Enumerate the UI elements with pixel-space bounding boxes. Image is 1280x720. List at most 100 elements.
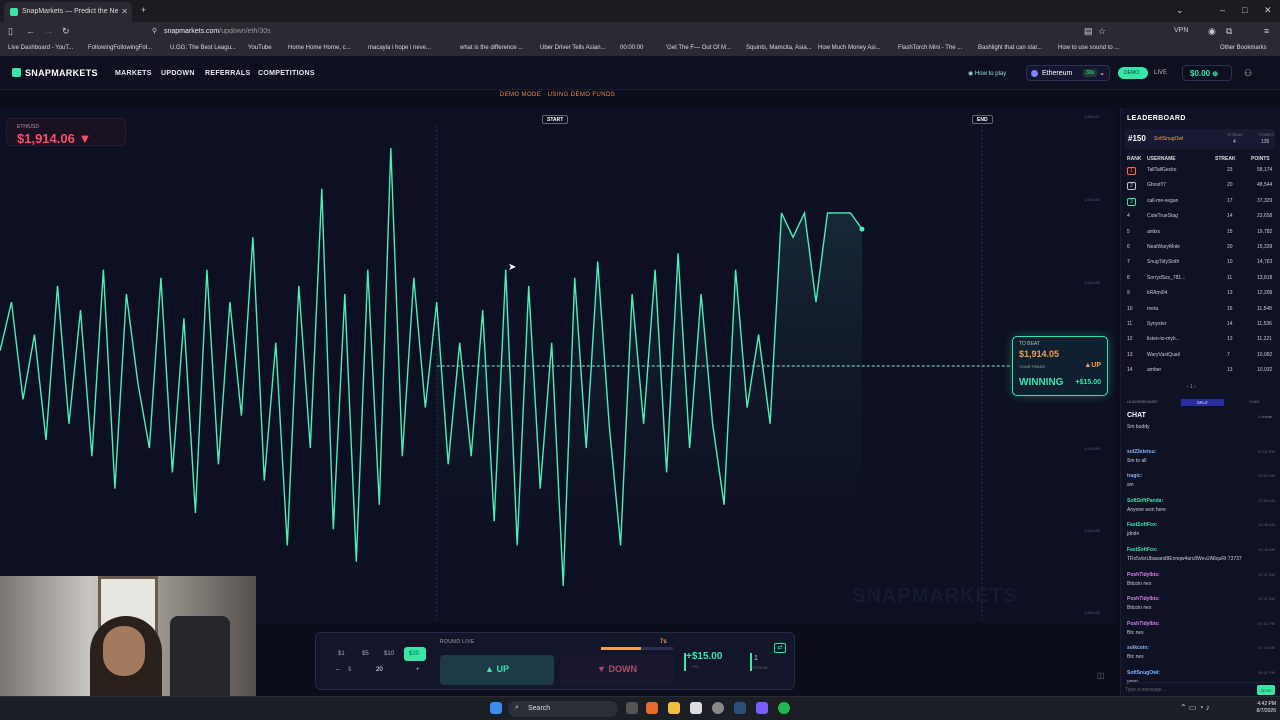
- chat-username[interactable]: tragic:: [1127, 473, 1142, 479]
- bookmark-item[interactable]: Squints, Mamcita, Asia...: [746, 45, 812, 51]
- how-to-play-link[interactable]: ◉ How to play: [968, 70, 1006, 77]
- nav-referrals[interactable]: REFERRALS: [205, 70, 250, 77]
- amount-input[interactable]: 20: [376, 667, 383, 673]
- chat-input[interactable]: Type a message... SEND: [1125, 682, 1275, 695]
- menu-icon[interactable]: ≡: [1264, 26, 1269, 36]
- nav-markets[interactable]: MARKETS: [115, 70, 152, 77]
- browser-tab[interactable]: SnapMarkets — Predict the Ne ✕: [4, 2, 132, 22]
- bookmark-item[interactable]: YouTube: [248, 45, 272, 51]
- add-funds-icon[interactable]: ⊕: [1212, 71, 1218, 78]
- leaderboard-row[interactable]: 14 amber 13 10,032: [1121, 364, 1279, 379]
- reader-icon[interactable]: ▤: [1084, 26, 1093, 37]
- file-explorer-icon[interactable]: [668, 702, 680, 714]
- bookmark-item[interactable]: macayla i hope i neve...: [368, 45, 431, 51]
- live-label[interactable]: LIVE: [1154, 70, 1167, 76]
- sidebar-icon[interactable]: ▯: [8, 26, 13, 37]
- bookmark-item[interactable]: Home Home Home, c...: [288, 45, 351, 51]
- chat-username[interactable]: PoshTidyIbis:: [1127, 572, 1160, 578]
- down-button[interactable]: ▼ DOWN: [560, 655, 674, 685]
- up-button[interactable]: ▲ UP: [440, 655, 554, 685]
- bookmark-item[interactable]: How to use sound to ...: [1058, 45, 1119, 51]
- system-tray-icons[interactable]: ⌃ ▭ ◔ ♪: [1180, 703, 1210, 712]
- bookmark-star-icon[interactable]: ☆: [1098, 26, 1106, 37]
- leaderboard-row[interactable]: 3 call-me-vegan 17 37,329: [1121, 195, 1279, 210]
- bookmark-item[interactable]: Live Dashboard - YouT...: [8, 45, 73, 51]
- nav-updown[interactable]: UPDOWN: [161, 70, 195, 77]
- decrease-button[interactable]: –: [336, 667, 339, 673]
- leaderboard-row[interactable]: 13 WaryVastQuail 7 10,082: [1121, 349, 1279, 364]
- bookmark-item[interactable]: FlashTorch Mini - The ...: [898, 45, 962, 51]
- leaderboard-row[interactable]: 4 CuteTrueStag 14 23,658: [1121, 210, 1279, 225]
- bookmark-item[interactable]: what is the difference ...: [460, 45, 523, 51]
- leaderboard-row[interactable]: 11 Synyster 14 11,536: [1121, 318, 1279, 333]
- price-chart[interactable]: [0, 108, 1115, 623]
- leaderboard-row[interactable]: 5 antixx 15 19,782: [1121, 226, 1279, 241]
- steam-icon[interactable]: [734, 702, 746, 714]
- amount-1-button[interactable]: $1: [338, 651, 345, 657]
- leaderboard-row[interactable]: 1 TallTallGecko 23 58,174: [1121, 164, 1279, 179]
- tab-chat[interactable]: CHAT: [1249, 399, 1260, 404]
- chat-username[interactable]: SoftSnugOwl:: [1127, 670, 1160, 676]
- close-window-icon[interactable]: ✕: [1264, 5, 1272, 16]
- chat-username[interactable]: SoftSoftPanda:: [1127, 498, 1163, 504]
- chat-username[interactable]: sol23stetsu:: [1127, 449, 1156, 455]
- spotify-icon[interactable]: [778, 702, 790, 714]
- discord-icon[interactable]: [756, 702, 768, 714]
- chat-username[interactable]: solkcoin:: [1127, 645, 1149, 651]
- nav-competitions[interactable]: COMPETITIONS: [258, 70, 315, 77]
- back-icon[interactable]: ←: [26, 26, 35, 36]
- share-icon[interactable]: ⇄: [774, 643, 786, 653]
- tab-list-icon[interactable]: ⌄: [1176, 5, 1184, 16]
- bookmark-item[interactable]: Bashlight that can star...: [978, 45, 1042, 51]
- chat-username[interactable]: FastSoftFox:: [1127, 522, 1158, 528]
- windows-start-icon[interactable]: [490, 702, 502, 714]
- tab-split[interactable]: SPLIT: [1181, 399, 1225, 406]
- extensions-icon[interactable]: ⧉: [1226, 26, 1232, 37]
- chat-username[interactable]: FastSoftFox:: [1127, 547, 1158, 553]
- leaderboard-row[interactable]: 6 NeatWaryMole 20 15,339: [1121, 241, 1279, 256]
- bookmark-item[interactable]: FollowingFollowingFol...: [88, 45, 152, 51]
- demo-toggle[interactable]: DEMO: [1118, 67, 1148, 79]
- leaderboard-row[interactable]: 8 SorrydSss_781... 11 13,818: [1121, 272, 1279, 287]
- bookmark-item[interactable]: How Much Money Asi...: [818, 45, 881, 51]
- leaderboard-row[interactable]: 7 SnugTidySloth 10 14,763: [1121, 256, 1279, 271]
- leaderboard-row[interactable]: 10 meta 16 11,548: [1121, 303, 1279, 318]
- amount-20-button[interactable]: $20: [404, 647, 426, 661]
- bookmark-item[interactable]: Uber Driver Tells Asian...: [540, 45, 606, 51]
- leaderboard-row[interactable]: 12 listen-to-myb... 13 11,221: [1121, 333, 1279, 348]
- reload-icon[interactable]: ↻: [62, 26, 70, 37]
- bookmark-item[interactable]: 00:00:00: [620, 45, 643, 51]
- sidebar-toggle-icon[interactable]: ◫: [1097, 671, 1105, 680]
- close-tab-icon[interactable]: ✕: [121, 7, 128, 16]
- chat-username[interactable]: PoshTidyIbis:: [1127, 596, 1160, 602]
- taskbar-search[interactable]: ⌕ Search: [508, 701, 618, 717]
- leaderboard-row[interactable]: 9 kRAmi04 13 12,209: [1121, 287, 1279, 302]
- task-view-icon[interactable]: [626, 702, 638, 714]
- account-icon[interactable]: ◉: [1208, 26, 1216, 37]
- bookmark-item[interactable]: 'Get The F— Out Of M...: [666, 45, 731, 51]
- increase-button[interactable]: +: [416, 667, 420, 673]
- vpn-label[interactable]: VPN: [1174, 27, 1188, 34]
- bookmark-item[interactable]: U.GG: The Best Leagu...: [170, 45, 236, 51]
- chat-username[interactable]: PoshTidyIbis:: [1127, 621, 1160, 627]
- address-field[interactable]: ⚲ snapmarkets.com/updown/eth/30s: [150, 25, 1080, 39]
- maximize-icon[interactable]: □: [1242, 5, 1247, 15]
- clock[interactable]: 4:42 PM 8/7/2026: [1246, 701, 1276, 715]
- new-tab-icon[interactable]: +: [141, 5, 146, 15]
- tab-leaderboard[interactable]: LEADERBOARD: [1127, 399, 1157, 404]
- user-icon[interactable]: ⚇: [1244, 68, 1252, 79]
- amount-10-button[interactable]: $10: [384, 651, 394, 657]
- leaderboard-row[interactable]: 2 Ghost!!7 20 48,544: [1121, 179, 1279, 194]
- send-button[interactable]: SEND: [1257, 685, 1275, 695]
- firefox-icon[interactable]: [646, 702, 658, 714]
- other-bookmarks[interactable]: Other Bookmarks: [1220, 45, 1267, 51]
- snapmarkets-logo[interactable]: SNAPMARKETS: [12, 68, 98, 78]
- amount-5-button[interactable]: $5: [362, 651, 369, 657]
- asset-selector[interactable]: Ethereum 30s ⌄: [1026, 65, 1110, 81]
- leaderboard-pager[interactable]: ‹ 1 ›: [1187, 384, 1196, 390]
- minimize-icon[interactable]: –: [1220, 5, 1225, 15]
- github-icon[interactable]: [712, 702, 724, 714]
- app-x-icon[interactable]: [690, 702, 702, 714]
- balance-display[interactable]: $0.00 ⊕: [1182, 65, 1232, 81]
- forward-icon[interactable]: →: [44, 26, 53, 36]
